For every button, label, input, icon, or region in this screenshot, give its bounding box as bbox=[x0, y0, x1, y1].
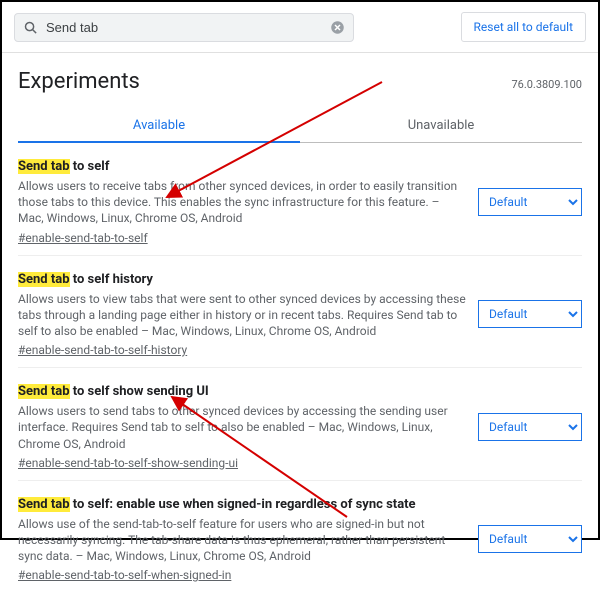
search-input[interactable] bbox=[46, 20, 322, 35]
search-box[interactable] bbox=[14, 13, 354, 42]
experiment-hash[interactable]: #enable-send-tab-to-self-when-signed-in bbox=[18, 568, 466, 582]
page-title: Experiments bbox=[18, 69, 140, 94]
experiment-description: Allows users to send tabs to other synce… bbox=[18, 403, 466, 452]
experiment-title: Send tab to self show sending UI bbox=[18, 384, 466, 399]
experiment-description: Allows users to receive tabs from other … bbox=[18, 178, 466, 227]
experiments-list: Send tab to self Allows users to receive… bbox=[2, 143, 598, 602]
version-text: 76.0.3809.100 bbox=[511, 78, 582, 91]
experiment-select[interactable]: Default bbox=[478, 413, 582, 441]
experiment-row: Send tab to self: enable use when signed… bbox=[18, 480, 582, 593]
highlight-term: Send tab bbox=[18, 384, 70, 399]
experiment-description: Allows users to view tabs that were sent… bbox=[18, 291, 466, 340]
clear-search-icon[interactable] bbox=[330, 20, 345, 35]
experiment-hash[interactable]: #enable-send-tab-to-self-show-sending-ui bbox=[18, 456, 466, 470]
experiment-title: Send tab to self history bbox=[18, 272, 466, 287]
tab-unavailable[interactable]: Unavailable bbox=[300, 110, 582, 143]
experiment-select[interactable]: Default bbox=[478, 525, 582, 553]
experiment-select[interactable]: Default bbox=[478, 300, 582, 328]
highlight-term: Send tab bbox=[18, 159, 70, 174]
experiment-row: Send tab to self show sending UI Allows … bbox=[18, 367, 582, 480]
highlight-term: Send tab bbox=[18, 272, 70, 287]
tab-available[interactable]: Available bbox=[18, 110, 300, 143]
experiment-title: Send tab to self bbox=[18, 159, 466, 174]
highlight-term: Send tab bbox=[18, 497, 70, 512]
search-icon bbox=[23, 20, 38, 35]
experiment-row: Send tab to self Allows users to receive… bbox=[18, 143, 582, 255]
experiment-hash[interactable]: #enable-send-tab-to-self-history bbox=[18, 343, 466, 357]
experiment-row: Send tab to self history Allows users to… bbox=[18, 255, 582, 368]
experiment-select[interactable]: Default bbox=[478, 188, 582, 216]
experiment-hash[interactable]: #enable-send-tab-to-self bbox=[18, 231, 466, 245]
experiment-title: Send tab to self: enable use when signed… bbox=[18, 497, 466, 512]
reset-all-button[interactable]: Reset all to default bbox=[461, 12, 586, 42]
